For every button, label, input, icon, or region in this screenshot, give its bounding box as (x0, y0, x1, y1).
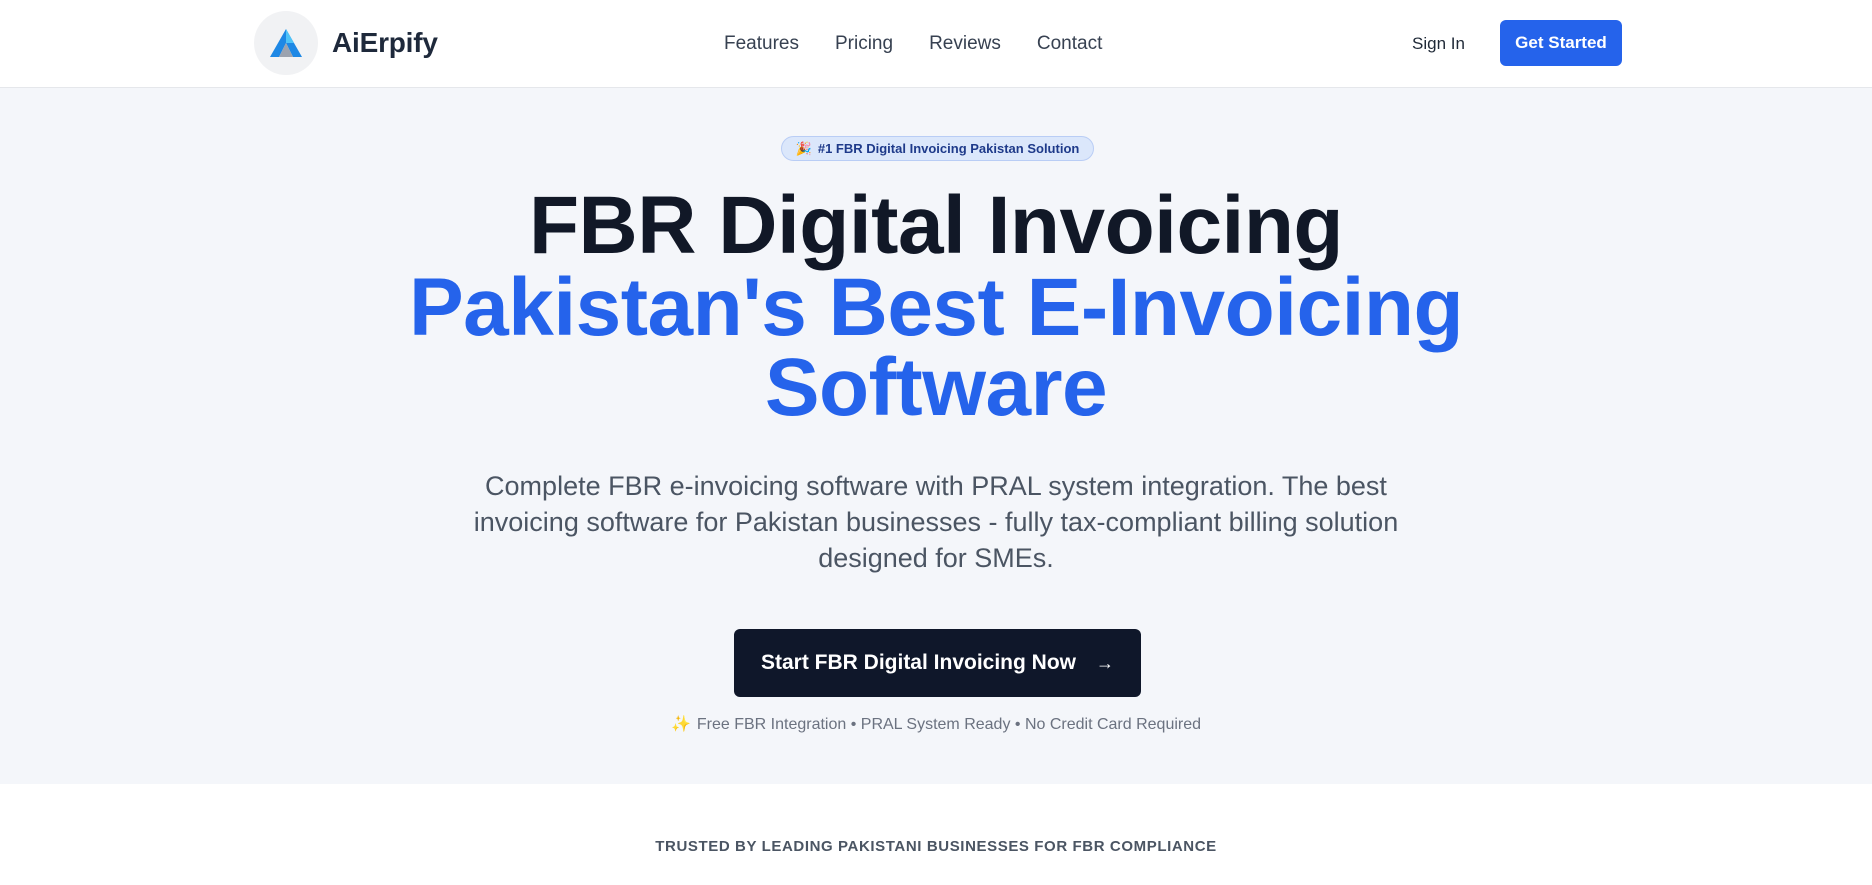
hero-headline-accent: Pakistan's Best E-Invoicing Software (408, 262, 1464, 433)
brand-logo-link[interactable]: AiErpify (254, 11, 438, 75)
hero-badge: 🎉 #1 FBR Digital Invoicing Pakistan Solu… (781, 136, 1094, 161)
hero-perks-text: Free FBR Integration • PRAL System Ready… (696, 716, 1202, 733)
trusted-by-heading: TRUSTED BY LEADING PAKISTANI BUSINESSES … (655, 838, 1217, 855)
navbar: AiErpify Features Pricing Reviews Contac… (0, 0, 1872, 88)
nav-link-pricing[interactable]: Pricing (835, 33, 893, 55)
start-invoicing-button[interactable]: Start FBR Digital Invoicing Now → (734, 629, 1141, 697)
hero-headline-primary: FBR Digital Invoicing (528, 180, 1344, 271)
cta-label: Start FBR Digital Invoicing Now (760, 651, 1076, 674)
brand-name: AiErpify (332, 27, 438, 58)
nav-link-contact[interactable]: Contact (1037, 33, 1102, 55)
hero-perks: ✨ Free FBR Integration • PRAL System Read… (0, 714, 1872, 734)
hero-description: Complete FBR e-invoicing software with P… (473, 471, 1399, 573)
party-popper-icon: 🎉 (795, 140, 812, 156)
main-nav: Features Pricing Reviews Contact (724, 0, 1102, 88)
sparkles-icon: ✨ (670, 716, 691, 733)
arrow-right-icon: → (1096, 652, 1114, 673)
get-started-button[interactable]: Get Started (1500, 20, 1622, 66)
sign-in-link[interactable]: Sign In (1412, 0, 1465, 88)
nav-link-reviews[interactable]: Reviews (929, 33, 1001, 55)
hero-badge-text: #1 FBR Digital Invoicing Pakistan Soluti… (817, 141, 1080, 156)
nav-link-features[interactable]: Features (724, 33, 799, 55)
hero-section: 🎉 #1 FBR Digital Invoicing Pakistan Solu… (0, 88, 1872, 784)
aierpify-logo-icon (254, 11, 318, 75)
